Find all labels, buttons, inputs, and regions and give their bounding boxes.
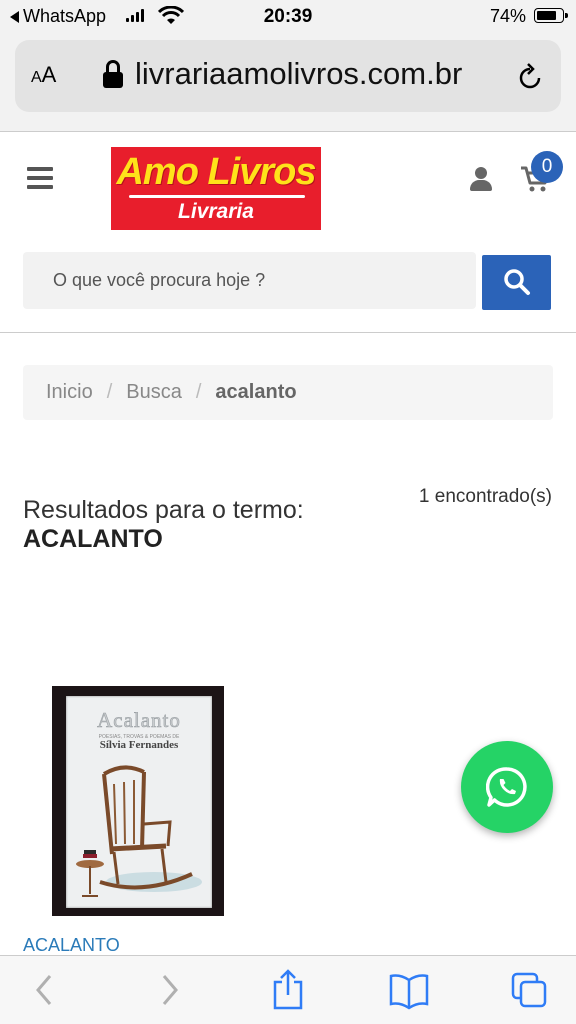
cart-count-badge: 0 [531, 151, 563, 183]
book-cover-title: Acalanto [97, 708, 181, 733]
results-term: ACALANTO [23, 525, 163, 553]
site-header: Amo Livros Livraria 0 [0, 133, 576, 333]
search-button[interactable] [482, 255, 551, 310]
reload-icon[interactable] [517, 62, 543, 90]
results-count: 1 encontrado(s) [418, 486, 552, 507]
product-image[interactable]: Acalanto POESIAS, TROVAS & POEMAS DE Síl… [52, 686, 224, 916]
share-icon[interactable] [270, 968, 306, 1012]
forward-icon[interactable] [154, 968, 184, 1012]
logo-subtitle: Livraria [178, 200, 254, 223]
battery-percentage: 74% [489, 6, 526, 26]
breadcrumb: Inicio / Busca / acalanto [23, 365, 553, 420]
book-cover: Acalanto POESIAS, TROVAS & POEMAS DE Síl… [66, 696, 212, 908]
logo-title: Amo Livros [116, 151, 316, 193]
address-bar[interactable]: AA livrariaamolivros.com.br [15, 40, 561, 112]
hamburger-icon[interactable] [27, 167, 53, 189]
user-icon[interactable] [470, 167, 492, 191]
whatsapp-icon [486, 767, 527, 807]
product-name-link[interactable]: ACALANTO [23, 935, 120, 956]
whatsapp-chat-button[interactable] [461, 741, 553, 833]
breadcrumb-separator: / [195, 381, 202, 403]
search-icon [504, 269, 530, 295]
lock-icon [103, 60, 123, 92]
breadcrumb-separator: / [106, 381, 113, 403]
browser-toolbar [0, 955, 576, 1024]
rocking-chair-illustration [76, 765, 202, 897]
back-icon[interactable] [30, 968, 60, 1012]
search-input[interactable] [23, 252, 476, 309]
url-text[interactable]: livrariaamolivros.com.br [135, 56, 462, 92]
book-cover-author: Sílvia Fernandes [99, 739, 179, 751]
breadcrumb-home[interactable]: Inicio [46, 381, 93, 404]
breadcrumb-search[interactable]: Busca [126, 381, 182, 404]
breadcrumb-current: acalanto [215, 381, 297, 403]
status-bar: WhatsApp 20:39 74% [0, 0, 576, 34]
logo-swoosh [129, 195, 305, 198]
browser-address-area: AA livrariaamolivros.com.br [0, 34, 576, 132]
bookmarks-icon[interactable] [388, 968, 430, 1012]
text-size-button[interactable]: AA [31, 62, 56, 88]
battery-icon [534, 8, 568, 23]
results-label: Resultados para o termo: [23, 496, 304, 524]
store-logo[interactable]: Amo Livros Livraria [111, 147, 321, 230]
tabs-icon[interactable] [510, 968, 550, 1012]
